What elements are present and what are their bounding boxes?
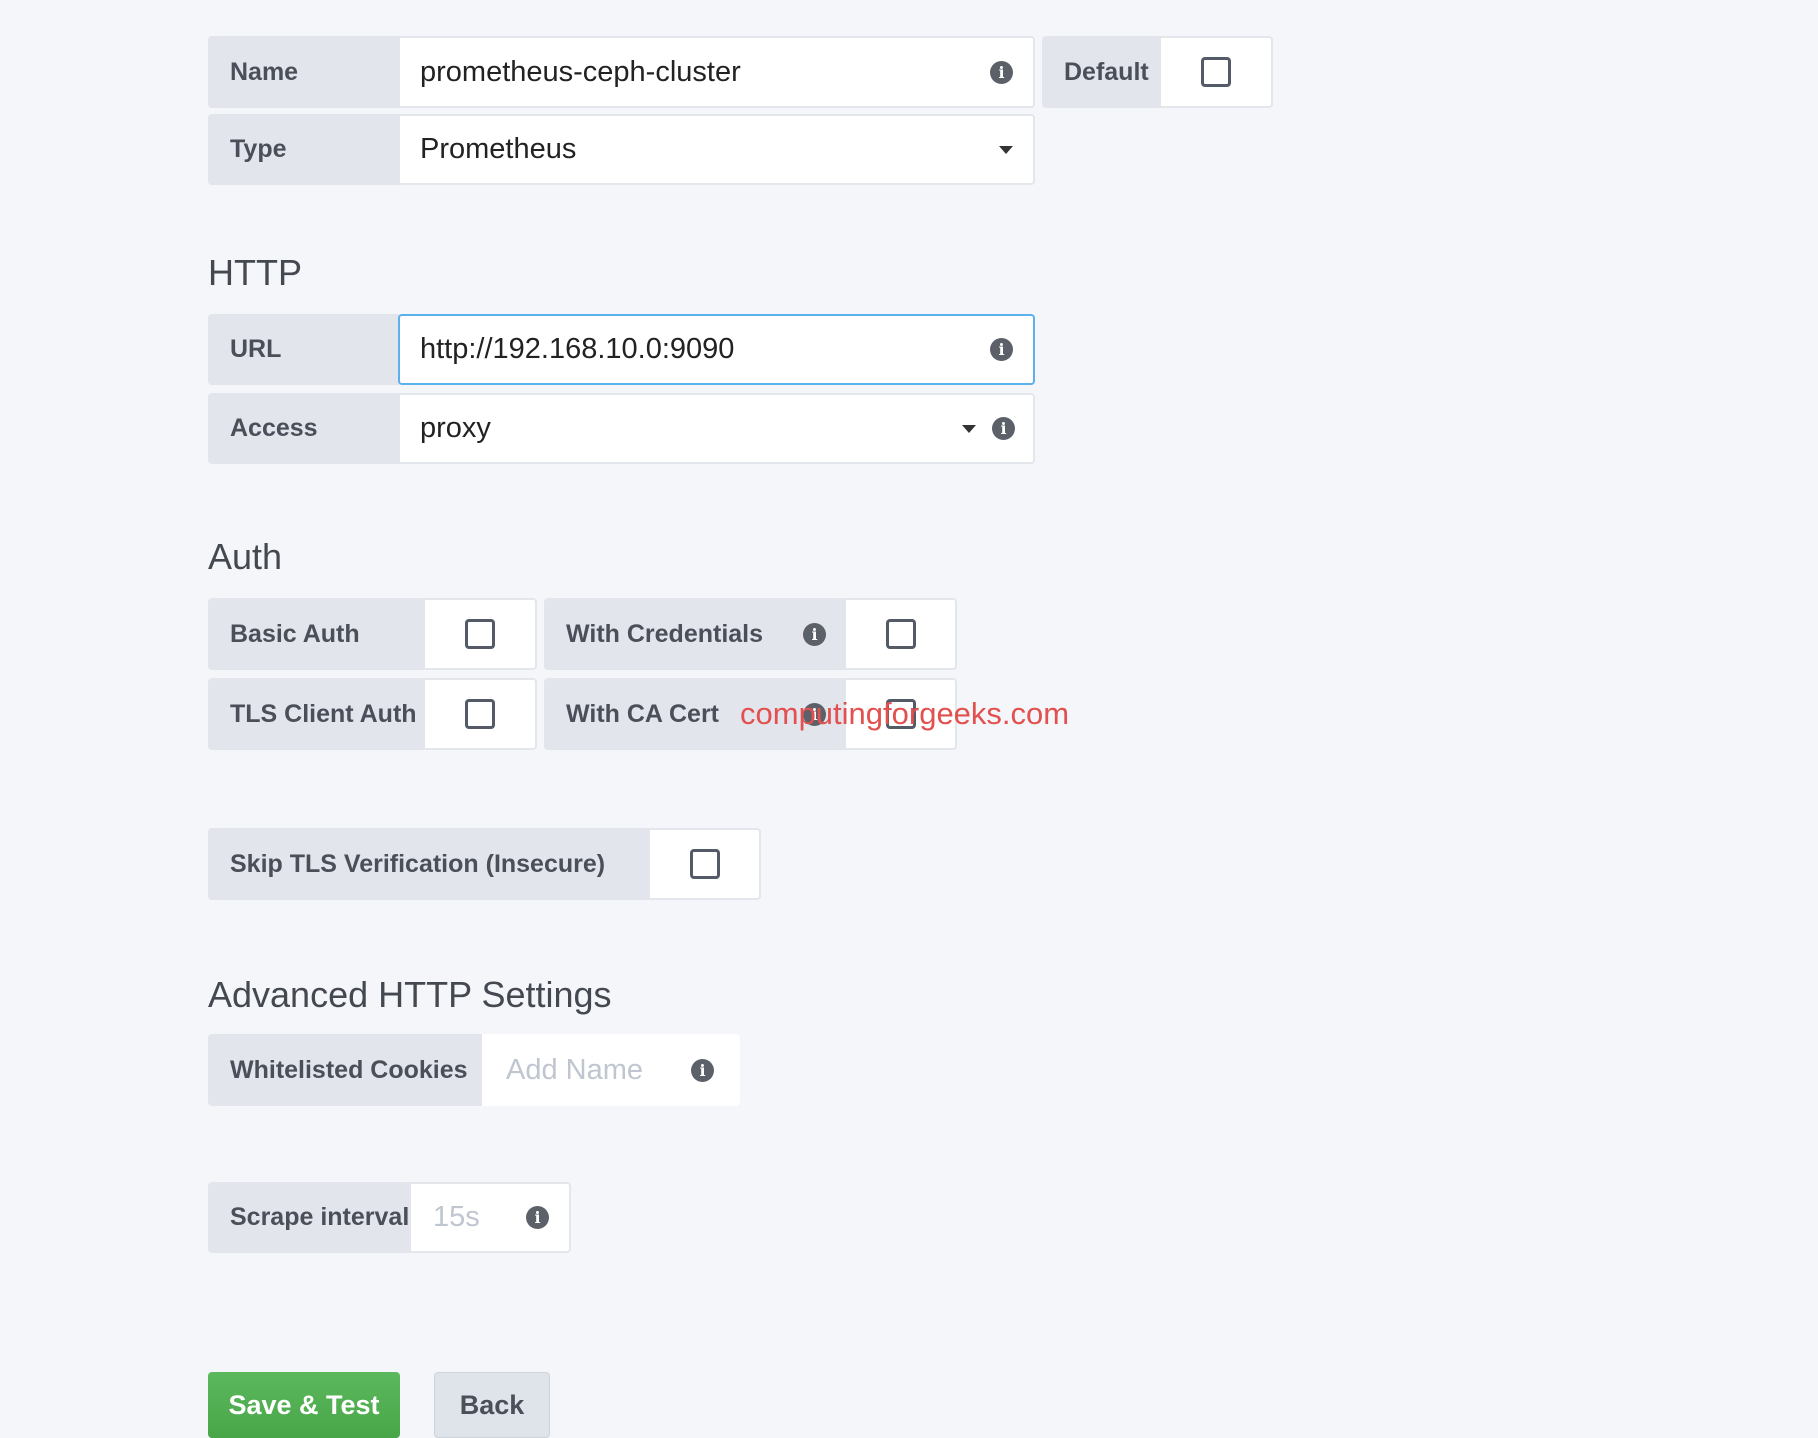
basic-auth-label: Basic Auth bbox=[208, 598, 425, 670]
scrape-placeholder: 15s bbox=[433, 1201, 480, 1233]
with-credentials-checkbox-cell[interactable] bbox=[846, 598, 957, 670]
caret-down-icon bbox=[962, 424, 976, 433]
whitelisted-cookies-input[interactable]: Add Name i bbox=[482, 1034, 740, 1106]
type-value: Prometheus bbox=[420, 133, 577, 165]
with-credentials-checkbox[interactable] bbox=[885, 619, 916, 649]
tls-client-auth-label: TLS Client Auth bbox=[208, 678, 425, 750]
access-select[interactable]: proxy i bbox=[400, 393, 1035, 464]
url-value: http://192.168.10.0:9090 bbox=[420, 333, 735, 365]
whitelisted-cookies-label: Whitelisted Cookies bbox=[208, 1034, 482, 1106]
with-credentials-text: With Credentials bbox=[566, 619, 764, 648]
info-icon[interactable]: i bbox=[526, 1206, 549, 1229]
name-label: Name bbox=[208, 36, 400, 108]
basic-auth-checkbox[interactable] bbox=[465, 619, 495, 649]
type-label: Type bbox=[208, 114, 400, 185]
cookies-placeholder: Add Name bbox=[506, 1053, 644, 1086]
name-value: prometheus-ceph-cluster bbox=[420, 55, 741, 88]
info-icon[interactable]: i bbox=[992, 417, 1015, 440]
url-input[interactable]: http://192.168.10.0:9090 i bbox=[398, 314, 1035, 385]
tls-client-auth-checkbox[interactable] bbox=[465, 699, 495, 729]
scrape-interval-label: Scrape interval bbox=[208, 1182, 411, 1253]
basic-auth-checkbox-cell[interactable] bbox=[425, 598, 537, 670]
with-ca-cert-text: With CA Cert bbox=[566, 699, 720, 728]
info-icon[interactable]: i bbox=[803, 622, 826, 646]
save-test-button[interactable]: Save & Test bbox=[208, 1372, 400, 1438]
default-label: Default bbox=[1042, 36, 1161, 108]
skip-tls-label: Skip TLS Verification (Insecure) bbox=[208, 828, 650, 900]
default-checkbox[interactable] bbox=[1201, 57, 1231, 87]
access-label: Access bbox=[208, 393, 400, 464]
skip-tls-checkbox[interactable] bbox=[689, 849, 720, 879]
caret-down-icon bbox=[999, 145, 1013, 154]
back-button[interactable]: Back bbox=[434, 1372, 550, 1438]
watermark: computingforgeeks.com bbox=[740, 696, 1070, 731]
info-icon[interactable]: i bbox=[691, 1058, 714, 1082]
advanced-heading: Advanced HTTP Settings bbox=[208, 974, 612, 1015]
tls-client-auth-checkbox-cell[interactable] bbox=[425, 678, 537, 750]
type-select[interactable]: Prometheus bbox=[400, 114, 1035, 185]
info-icon[interactable]: i bbox=[990, 60, 1013, 84]
url-label: URL bbox=[208, 314, 400, 385]
auth-heading: Auth bbox=[208, 536, 283, 577]
http-heading: HTTP bbox=[208, 252, 302, 293]
skip-tls-checkbox-cell[interactable] bbox=[650, 828, 761, 900]
access-value: proxy bbox=[420, 412, 491, 444]
default-checkbox-cell[interactable] bbox=[1161, 36, 1273, 108]
scrape-interval-input[interactable]: 15s i bbox=[411, 1182, 571, 1253]
with-credentials-label: With Credentials i bbox=[544, 598, 846, 670]
name-input[interactable]: prometheus-ceph-cluster i bbox=[400, 36, 1035, 108]
info-icon[interactable]: i bbox=[990, 338, 1013, 361]
